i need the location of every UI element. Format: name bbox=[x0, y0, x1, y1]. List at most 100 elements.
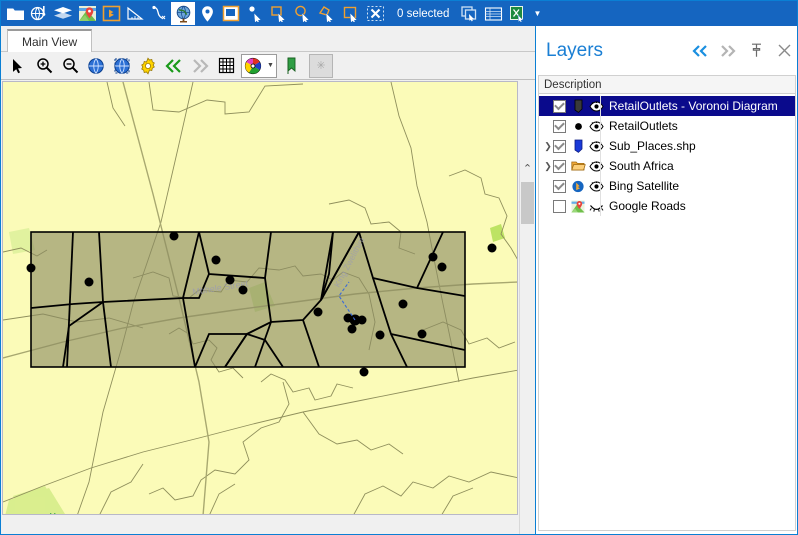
zoom-out-icon[interactable] bbox=[57, 54, 83, 78]
folder-icon bbox=[570, 158, 586, 174]
column-divider bbox=[600, 196, 601, 216]
pin-icon[interactable] bbox=[742, 37, 770, 65]
bing-icon bbox=[570, 178, 586, 194]
scroll-up-arrow[interactable]: ⌃ bbox=[520, 160, 535, 176]
vertical-scroll-thumb[interactable] bbox=[521, 182, 534, 224]
layer-label: Bing Satellite bbox=[609, 179, 680, 193]
toolbar-overflow-icon[interactable]: ▼ bbox=[529, 2, 545, 25]
globe-settings-icon[interactable] bbox=[27, 2, 51, 25]
legend-icon[interactable] bbox=[219, 2, 243, 25]
column-divider bbox=[600, 136, 601, 156]
zoom-layer-extent-icon[interactable] bbox=[109, 54, 135, 78]
application-window: 0 selected ▼ Main View ▼ ✳ Mbhele Street… bbox=[0, 0, 798, 535]
layer-row-retailoutlets-voronoi[interactable]: RetailOutlets - Voronoi Diagram bbox=[539, 96, 795, 116]
expand-arrow-icon[interactable]: ❯ bbox=[543, 156, 553, 176]
layer-checkbox[interactable] bbox=[553, 159, 566, 173]
view-tab-bar: Main View bbox=[1, 26, 535, 52]
layer-label: South Africa bbox=[609, 159, 674, 173]
layer-row-sub-places[interactable]: ❯ Sub_Places.shp bbox=[539, 136, 795, 156]
select-rectangle-icon[interactable] bbox=[267, 2, 291, 25]
visibility-eye-icon[interactable] bbox=[588, 98, 604, 114]
visibility-eye-icon[interactable] bbox=[588, 158, 604, 174]
map-toolbar: ▼ ✳ bbox=[1, 52, 535, 80]
column-divider bbox=[600, 176, 601, 196]
favorites-star-button[interactable]: ✳ bbox=[308, 53, 333, 78]
symbology-palette-button[interactable]: ▼ bbox=[241, 53, 277, 78]
select-polygon-icon[interactable] bbox=[315, 2, 339, 25]
bookmark-flag-icon[interactable] bbox=[279, 54, 305, 78]
column-divider bbox=[600, 116, 601, 136]
layers-stack-icon[interactable] bbox=[51, 2, 75, 25]
layers-tree: RetailOutlets - Voronoi Diagram RetailOu… bbox=[538, 94, 796, 531]
zoom-in-icon[interactable] bbox=[31, 54, 57, 78]
layers-panel: Layers Description RetailOutlets - Voron… bbox=[535, 26, 797, 534]
bing-maps-icon[interactable] bbox=[99, 2, 123, 25]
visibility-eye-icon[interactable] bbox=[588, 118, 604, 134]
visibility-eye-icon[interactable] bbox=[588, 178, 604, 194]
map-graphics: Mbhele Street King Zwelithini D360 bbox=[3, 82, 517, 515]
next-extent-icon[interactable] bbox=[187, 54, 213, 78]
layer-row-south-africa[interactable]: ❯ South Africa bbox=[539, 156, 795, 176]
settings-gear-icon[interactable] bbox=[135, 54, 161, 78]
globe-icon[interactable] bbox=[171, 2, 195, 25]
location-pin-icon[interactable] bbox=[195, 2, 219, 25]
palette-dropdown-icon[interactable]: ▼ bbox=[267, 62, 274, 69]
tree-connector bbox=[543, 116, 553, 136]
expand-arrow-icon[interactable]: ❯ bbox=[543, 136, 553, 156]
page-title: Layers bbox=[546, 39, 604, 61]
collapse-left-icon[interactable] bbox=[686, 37, 714, 65]
layer-label: RetailOutlets - Voronoi Diagram bbox=[609, 99, 778, 113]
polygon-dark-icon bbox=[570, 98, 586, 114]
layer-label: Sub_Places.shp bbox=[609, 139, 696, 153]
layer-checkbox[interactable] bbox=[553, 179, 566, 193]
layer-label: RetailOutlets bbox=[609, 119, 678, 133]
grid-icon[interactable] bbox=[213, 54, 239, 78]
tree-connector bbox=[543, 196, 553, 216]
map-canvas-container: Mbhele Street King Zwelithini D360 bbox=[1, 80, 535, 534]
layer-label: Google Roads bbox=[609, 199, 686, 213]
layer-row-retailoutlets[interactable]: RetailOutlets bbox=[539, 116, 795, 136]
zoom-full-extent-icon[interactable] bbox=[83, 54, 109, 78]
export-excel-icon[interactable] bbox=[505, 2, 529, 25]
point-icon bbox=[570, 118, 586, 134]
map-vertical-scrollbar[interactable]: ⌃ ⌄ bbox=[519, 160, 535, 534]
polygon-blue-icon bbox=[570, 138, 586, 154]
clear-selection-icon[interactable] bbox=[363, 2, 387, 25]
tab-label: Main View bbox=[22, 34, 78, 49]
column-header-label: Description bbox=[544, 78, 602, 91]
layer-row-bing-satellite[interactable]: Bing Satellite bbox=[539, 176, 795, 196]
visibility-eye-icon[interactable] bbox=[588, 138, 604, 154]
google-maps-icon bbox=[570, 198, 586, 214]
copy-selection-icon[interactable] bbox=[457, 2, 481, 25]
layer-checkbox[interactable] bbox=[553, 99, 566, 113]
network-icon[interactable] bbox=[147, 2, 171, 25]
layer-checkbox[interactable] bbox=[553, 119, 566, 133]
tree-connector bbox=[543, 96, 553, 116]
measure-icon[interactable] bbox=[123, 2, 147, 25]
layer-checkbox[interactable] bbox=[553, 139, 566, 153]
close-icon[interactable] bbox=[770, 37, 797, 65]
voronoi-overlay bbox=[30, 231, 466, 368]
layer-checkbox[interactable] bbox=[553, 199, 566, 213]
column-divider bbox=[600, 156, 601, 176]
column-divider bbox=[600, 96, 601, 116]
select-point-icon[interactable] bbox=[243, 2, 267, 25]
axis-y-label: y bbox=[50, 510, 56, 515]
previous-extent-icon[interactable] bbox=[161, 54, 187, 78]
layers-column-header[interactable]: Description bbox=[538, 75, 796, 94]
tree-connector bbox=[543, 176, 553, 196]
layer-row-google-roads[interactable]: Google Roads bbox=[539, 196, 795, 216]
layers-panel-header: Layers bbox=[536, 26, 797, 75]
visibility-eye-hidden-icon[interactable] bbox=[588, 198, 604, 214]
open-folder-icon[interactable] bbox=[3, 2, 27, 25]
google-maps-icon[interactable] bbox=[75, 2, 99, 25]
pointer-tool-icon[interactable] bbox=[5, 54, 31, 78]
expand-right-icon[interactable] bbox=[714, 37, 742, 65]
map-view[interactable]: Mbhele Street King Zwelithini D360 bbox=[2, 81, 518, 515]
select-circle-icon[interactable] bbox=[291, 2, 315, 25]
tab-main-view[interactable]: Main View bbox=[7, 29, 93, 52]
select-box-icon[interactable] bbox=[339, 2, 363, 25]
selection-status: 0 selected bbox=[397, 7, 450, 20]
attribute-table-icon[interactable] bbox=[481, 2, 505, 25]
main-toolbar: 0 selected ▼ bbox=[1, 1, 797, 26]
